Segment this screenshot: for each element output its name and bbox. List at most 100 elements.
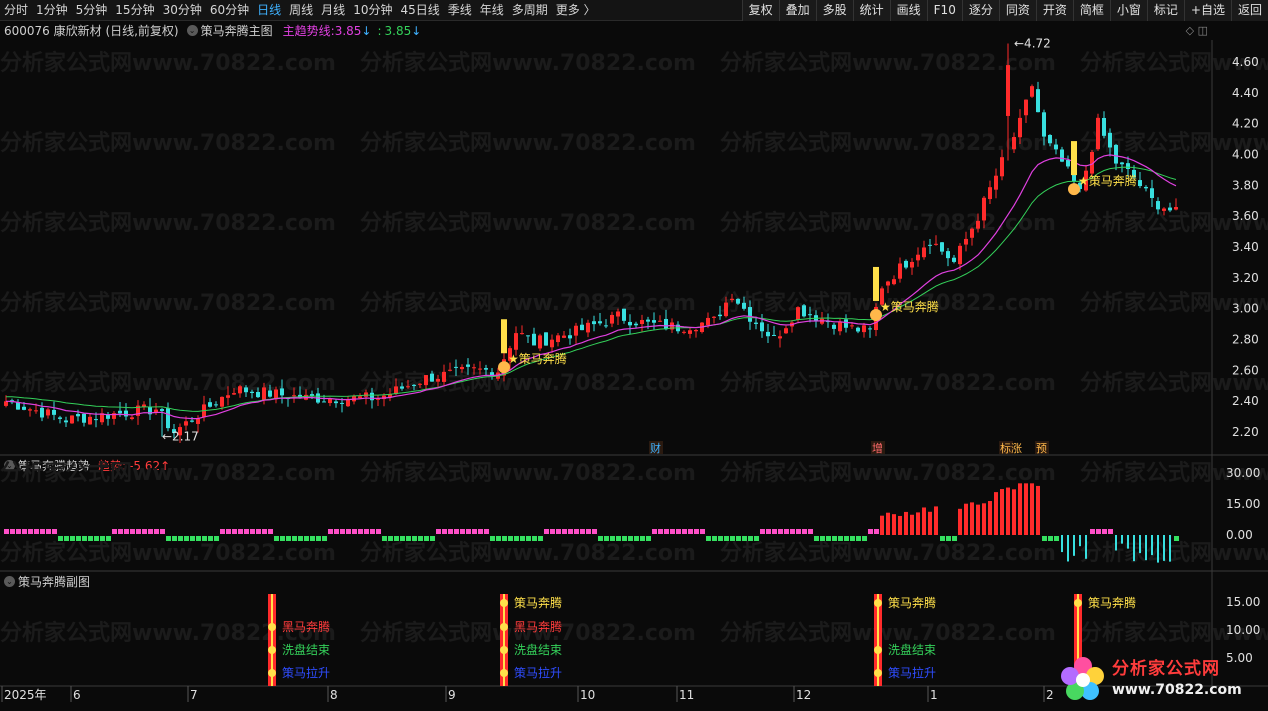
trend-block xyxy=(220,529,225,534)
sub-label: 策马拉升 xyxy=(888,665,936,680)
sub-signal-dot xyxy=(1074,599,1082,607)
watermark-text: 分析家公式网www.70822.com xyxy=(0,370,336,396)
trend-block xyxy=(202,536,207,541)
watermark-text: 分析家公式网www.70822.com xyxy=(0,210,336,236)
signal-label: ★策马奔腾 xyxy=(508,351,567,366)
trend-block xyxy=(616,536,621,541)
site-logo: 分析家公式网 www.70822.com xyxy=(1058,651,1258,707)
trend-block xyxy=(472,529,477,534)
candle-body xyxy=(1042,112,1046,137)
candle-body xyxy=(910,261,914,268)
trend-block xyxy=(364,529,369,534)
chart-canvas[interactable]: 分析家公式网www.70822.com 分析家公式网www.70822.com 分析… xyxy=(0,0,1268,711)
candle-body xyxy=(244,387,248,393)
signal-label: ★策马奔腾 xyxy=(880,299,939,314)
trend-bar xyxy=(1073,535,1075,556)
trend-bar xyxy=(1139,535,1141,554)
candle-body xyxy=(472,367,476,369)
trend-block xyxy=(634,536,639,541)
trend-block xyxy=(814,536,819,541)
trend-block xyxy=(238,529,243,534)
x-tick-label: 2 xyxy=(1046,688,1054,702)
candle-body xyxy=(706,317,710,326)
trend-block xyxy=(124,529,129,534)
x-tick-label: 2025年 xyxy=(4,688,47,702)
candle-body xyxy=(40,407,44,418)
trend-block xyxy=(130,529,135,534)
x-tick-label: 12 xyxy=(796,688,811,702)
trend-block xyxy=(280,536,285,541)
trend-block xyxy=(766,529,771,534)
candle-body xyxy=(1126,163,1130,170)
sub-signal-dot xyxy=(500,623,508,631)
watermark-text: 分析家公式网www.70822.com xyxy=(720,370,1056,396)
trend-block xyxy=(214,536,219,541)
trend-block xyxy=(628,536,633,541)
candle-body xyxy=(400,386,404,389)
candle-body xyxy=(934,243,938,245)
logo-name: 分析家公式网 xyxy=(1112,659,1220,679)
candle-body xyxy=(442,371,446,382)
candle-body xyxy=(448,369,452,371)
candle-body xyxy=(1048,135,1052,144)
trend-block xyxy=(250,529,255,534)
trend-block xyxy=(28,529,33,534)
trend-block xyxy=(802,529,807,534)
candle-body xyxy=(796,307,800,320)
candle-body xyxy=(1054,144,1058,150)
trend-block xyxy=(874,529,879,534)
candle-body xyxy=(856,327,860,332)
trend-block xyxy=(460,529,465,534)
trend-block xyxy=(514,536,519,541)
candle-body xyxy=(538,335,542,349)
trend-block xyxy=(562,529,567,534)
candle-body xyxy=(802,305,806,317)
candle-body xyxy=(592,321,596,325)
candle-body xyxy=(898,263,902,279)
y-tick-label: 3.60 xyxy=(1232,209,1259,223)
candle-body xyxy=(544,332,548,346)
candle-body xyxy=(628,321,632,326)
trend-block xyxy=(730,536,735,541)
candle-body xyxy=(844,319,848,328)
candle-body xyxy=(712,316,716,318)
trend-bar xyxy=(934,506,938,535)
candle-body xyxy=(640,319,644,325)
candle-body xyxy=(436,378,440,382)
candle-body xyxy=(586,322,590,333)
trend-block xyxy=(190,536,195,541)
trend-block xyxy=(682,529,687,534)
candle-body xyxy=(850,325,854,327)
watermark-text: 分析家公式网www.70822.com xyxy=(360,290,696,316)
trend-block xyxy=(10,529,15,534)
candle-body xyxy=(682,331,686,333)
trend-block xyxy=(286,536,291,541)
sub-signal-dot xyxy=(874,646,882,654)
watermark-text: 分析家公式网www.70822.com xyxy=(1080,540,1268,566)
candle-body xyxy=(808,314,812,316)
trend-block xyxy=(862,536,867,541)
trend-bar xyxy=(1061,535,1063,553)
trend-block xyxy=(406,536,411,541)
candle-body xyxy=(34,410,38,412)
y-tick-label: 2.40 xyxy=(1232,394,1259,408)
candle-body xyxy=(1168,207,1172,211)
trend-bar xyxy=(1169,535,1171,562)
candle-body xyxy=(1162,208,1166,211)
sub-label: 黑马奔腾 xyxy=(282,619,330,634)
candle-body xyxy=(1102,117,1106,136)
trend-block xyxy=(508,536,513,541)
trend-block xyxy=(550,529,555,534)
watermark-text: 分析家公式网www.70822.com xyxy=(360,50,696,76)
trend-block xyxy=(778,529,783,534)
trend-bar xyxy=(1133,535,1135,562)
event-marker: 标涨 xyxy=(1000,441,1022,455)
trend-bar xyxy=(1030,483,1034,535)
trend-block xyxy=(532,536,537,541)
candle-body xyxy=(334,401,338,404)
candle-body xyxy=(268,390,272,397)
trend-block xyxy=(412,536,417,541)
trend-block xyxy=(850,536,855,541)
y-tick-label: 4.60 xyxy=(1232,55,1259,69)
y-tick-label: 4.20 xyxy=(1232,117,1259,131)
